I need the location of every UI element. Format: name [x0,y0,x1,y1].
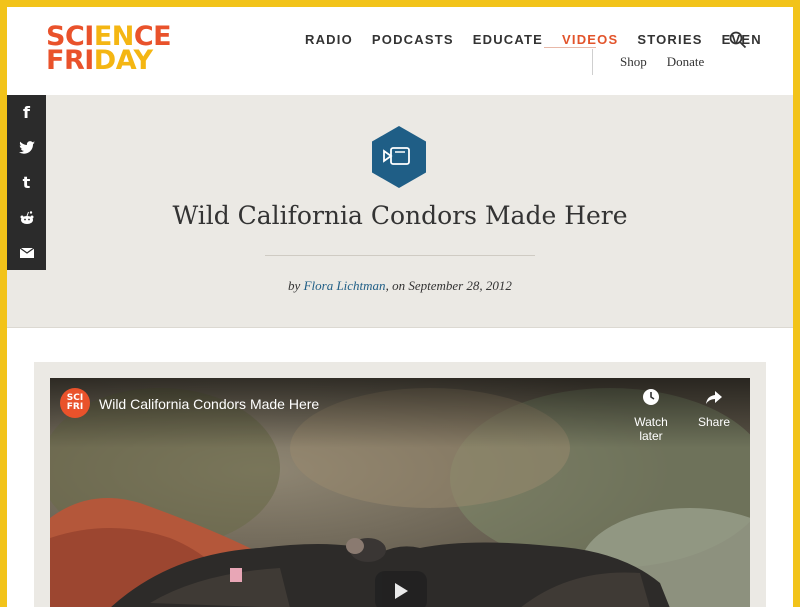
title-divider [265,255,535,256]
watch-later-button[interactable]: Watch later [621,388,681,443]
subnav-divider [592,49,593,75]
videos-underline [544,47,596,48]
donate-link[interactable]: Donate [667,54,705,70]
reddit-icon [20,210,33,224]
clock-icon [643,389,659,405]
share-arrow-icon [706,391,722,404]
page-frame: SCIENCE FRIDAY RADIO PODCASTS EDUCATE VI… [7,7,793,607]
tumblr-share-button[interactable]: t [7,165,46,200]
nav-videos[interactable]: VIDEOS [562,32,618,47]
nav-educate[interactable]: EDUCATE [473,32,543,47]
page-title: Wild California Condors Made Here [172,201,628,230]
play-button[interactable] [375,571,427,607]
tumblr-icon: t [22,173,31,192]
social-share-rail: f t [7,95,46,270]
sub-nav: Shop Donate [620,54,724,70]
watch-later-label: Watch later [634,415,668,443]
video-container: SCI FRI Wild California Condors Made Her… [34,362,766,607]
video-camera-badge-icon [372,126,426,188]
facebook-icon: f [23,103,30,122]
twitter-share-button[interactable] [7,130,46,165]
main-nav: RADIO PODCASTS EDUCATE VIDEOS STORIES EV… [305,32,781,47]
email-icon [19,247,34,258]
byline: by Flora Lichtman, on September 28, 2012 [288,278,512,293]
nav-stories[interactable]: STORIES [637,32,702,47]
site-header: SCIENCE FRIDAY RADIO PODCASTS EDUCATE VI… [7,7,793,96]
channel-avatar[interactable]: SCI FRI [60,388,90,418]
youtube-video-player[interactable]: SCI FRI Wild California Condors Made Her… [50,378,750,607]
nav-radio[interactable]: RADIO [305,32,353,47]
facebook-share-button[interactable]: f [7,95,46,130]
logo-line-friday: FRIDAY [46,45,153,76]
article-header-band: Wild California Condors Made Here by Flo… [7,95,793,328]
share-button[interactable]: Share [684,388,744,429]
shop-link[interactable]: Shop [620,54,647,70]
author-link[interactable]: Flora Lichtman [304,278,386,293]
nav-podcasts[interactable]: PODCASTS [372,32,454,47]
twitter-icon [18,140,35,154]
play-icon [395,583,408,599]
science-friday-logo[interactable]: SCIENCE FRIDAY [46,23,172,76]
video-title-link[interactable]: Wild California Condors Made Here [99,396,319,412]
share-label: Share [697,415,731,429]
reddit-share-button[interactable] [7,200,46,235]
search-icon[interactable] [729,31,747,49]
email-share-button[interactable] [7,235,46,270]
